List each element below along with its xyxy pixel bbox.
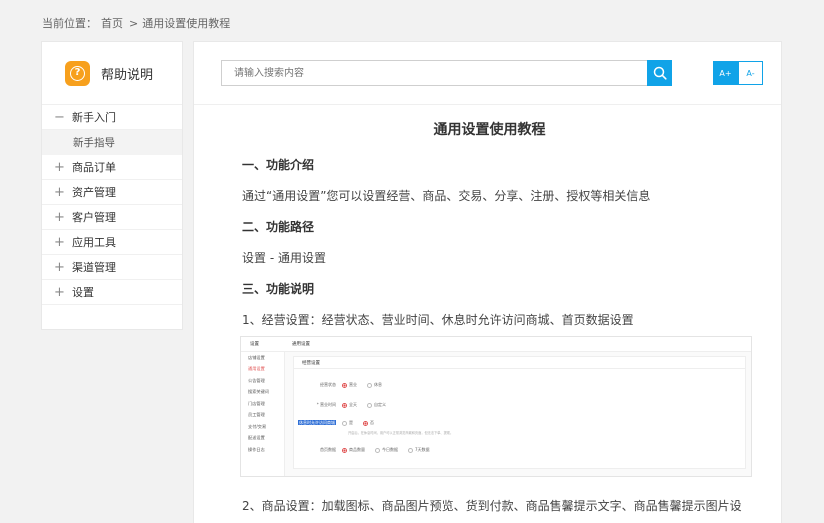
screenshot-option: 营业 bbox=[349, 382, 357, 387]
sidebar-item-label: 商品订单 bbox=[72, 161, 116, 174]
screenshot-row: 休息时允许访问商城 是 否 bbox=[294, 420, 384, 426]
screenshot-row: 经营状态 营业 休息 bbox=[294, 382, 392, 388]
screenshot-row-label: 休息时允许访问商城 bbox=[298, 420, 336, 425]
sidebar-subitem-guide[interactable]: 新手指导 bbox=[42, 130, 182, 155]
sidebar-item-tools[interactable]: + 应用工具 bbox=[42, 230, 182, 255]
article-title: 通用设置使用教程 bbox=[433, 122, 546, 138]
sidebar-item-beginner[interactable]: − 新手入门 bbox=[42, 105, 182, 130]
screenshot-row-label: 经营状态 bbox=[320, 382, 336, 387]
collapse-icon: − bbox=[54, 109, 65, 125]
breadcrumb-current: 通用设置使用教程 bbox=[142, 17, 231, 30]
screenshot-menu: 店铺设置 通用设置 公告管理 搜索关键词 门店管理 员工管理 支付/交易 配送设… bbox=[241, 352, 285, 476]
sidebar-item-customers[interactable]: + 客户管理 bbox=[42, 205, 182, 230]
screenshot-row: * 营业时间 全天 自定义 bbox=[294, 402, 396, 408]
expand-icon: + bbox=[54, 284, 65, 300]
font-size-controls: A+ A- bbox=[713, 61, 763, 85]
expand-icon: + bbox=[54, 259, 65, 275]
paragraph: 设置 - 通用设置 bbox=[242, 251, 326, 265]
screenshot-row-label: 首页数据 bbox=[320, 447, 336, 452]
screenshot-header: 设置 通用设置 bbox=[241, 337, 751, 352]
font-larger-button[interactable]: A+ bbox=[713, 61, 738, 85]
expand-icon: + bbox=[54, 209, 65, 225]
sidebar-item-label: 客户管理 bbox=[72, 211, 116, 224]
sidebar-item-label: 渠道管理 bbox=[72, 261, 116, 274]
screenshot-option: 7天数据 bbox=[415, 447, 430, 452]
search-button[interactable] bbox=[647, 60, 672, 86]
section-heading: 二、功能路径 bbox=[242, 220, 315, 234]
screenshot-option: 全天 bbox=[349, 402, 357, 407]
screenshot-panel-title: 经营设置 bbox=[294, 357, 745, 369]
sidebar-item-assets[interactable]: + 资产管理 bbox=[42, 180, 182, 205]
sidebar-item-label: 资产管理 bbox=[72, 186, 116, 199]
section-heading: 三、功能说明 bbox=[242, 282, 315, 296]
sidebar: ? 帮助说明 − 新手入门 新手指导 + 商品订单 + 资产管理 + 客户管理 … bbox=[41, 41, 183, 330]
breadcrumb-home-link[interactable]: 首页 bbox=[101, 17, 123, 30]
screenshot-menu-item: 操作日志 bbox=[248, 446, 265, 452]
screenshot-option: 自定义 bbox=[374, 402, 386, 407]
sidebar-item-label: 新手入门 bbox=[72, 111, 116, 124]
sidebar-title: 帮助说明 bbox=[101, 67, 154, 83]
screenshot-menu-item: 员工管理 bbox=[248, 412, 265, 418]
expand-icon: + bbox=[54, 234, 65, 250]
search-input[interactable] bbox=[221, 60, 647, 86]
embedded-screenshot: 设置 通用设置 店铺设置 通用设置 公告管理 搜索关键词 门店管理 员工管理 支… bbox=[240, 336, 752, 477]
font-smaller-button[interactable]: A- bbox=[738, 61, 763, 85]
section-heading: 一、功能介绍 bbox=[242, 158, 315, 172]
screenshot-menu-item: 公告管理 bbox=[248, 377, 265, 383]
sidebar-item-channels[interactable]: + 渠道管理 bbox=[42, 255, 182, 280]
screenshot-menu-item: 配送设置 bbox=[248, 435, 265, 441]
screenshot-option: 否 bbox=[370, 420, 374, 425]
breadcrumb: 当前位置： 首页 > 通用设置使用教程 bbox=[42, 15, 234, 31]
paragraph: 2、商品设置：加载图标、商品图片预览、货到付款、商品售馨提示文字、商品售馨提示图… bbox=[242, 499, 742, 513]
screenshot-option: 今日数据 bbox=[382, 447, 398, 452]
screenshot-menu-item: 搜索关键词 bbox=[248, 389, 269, 395]
screenshot-header-left: 设置 bbox=[250, 342, 259, 347]
screenshot-menu-item: 店铺设置 bbox=[248, 354, 265, 360]
screenshot-row: 首页数据 商品数量 今日数据 7天数据 bbox=[294, 447, 440, 453]
toolbar: A+ A- bbox=[194, 42, 781, 105]
paragraph: 通过“通用设置”您可以设置经营、商品、交易、分享、注册、授权等相关信息 bbox=[242, 189, 651, 203]
search-bar bbox=[221, 60, 672, 86]
sidebar-item-label: 设置 bbox=[72, 286, 94, 299]
expand-icon: + bbox=[54, 184, 65, 200]
screenshot-note: 开启后，在休息时间，用户可以正常浏览商城和页面，但无法下单、提现。 bbox=[348, 431, 454, 435]
sidebar-item-orders[interactable]: + 商品订单 bbox=[42, 155, 182, 180]
sidebar-header: ? 帮助说明 bbox=[42, 42, 182, 105]
sidebar-item-label: 应用工具 bbox=[72, 236, 116, 249]
screenshot-row-label: * 营业时间 bbox=[316, 402, 336, 407]
screenshot-menu-item: 通用设置 bbox=[248, 366, 265, 372]
paragraph: 1、经营设置：经营状态、营业时间、休息时允许访问商城、首页数据设置 bbox=[242, 313, 634, 327]
screenshot-menu-item: 支付/交易 bbox=[248, 423, 267, 429]
screenshot-header-right: 通用设置 bbox=[292, 342, 310, 347]
breadcrumb-prefix: 当前位置： bbox=[42, 17, 97, 30]
screenshot-option: 商品数量 bbox=[349, 447, 365, 452]
screenshot-option: 休息 bbox=[374, 382, 382, 387]
sidebar-item-settings[interactable]: + 设置 bbox=[42, 280, 182, 305]
screenshot-menu-item: 门店管理 bbox=[248, 400, 265, 406]
breadcrumb-separator: > bbox=[129, 17, 139, 30]
search-icon bbox=[653, 66, 667, 80]
help-icon: ? bbox=[65, 60, 90, 86]
expand-icon: + bbox=[54, 159, 65, 175]
screenshot-option: 是 bbox=[349, 420, 353, 425]
screenshot-panel: 经营设置 经营状态 营业 休息 * 营业时间 全天 自定义 休息时允许访问商城 … bbox=[293, 356, 746, 469]
